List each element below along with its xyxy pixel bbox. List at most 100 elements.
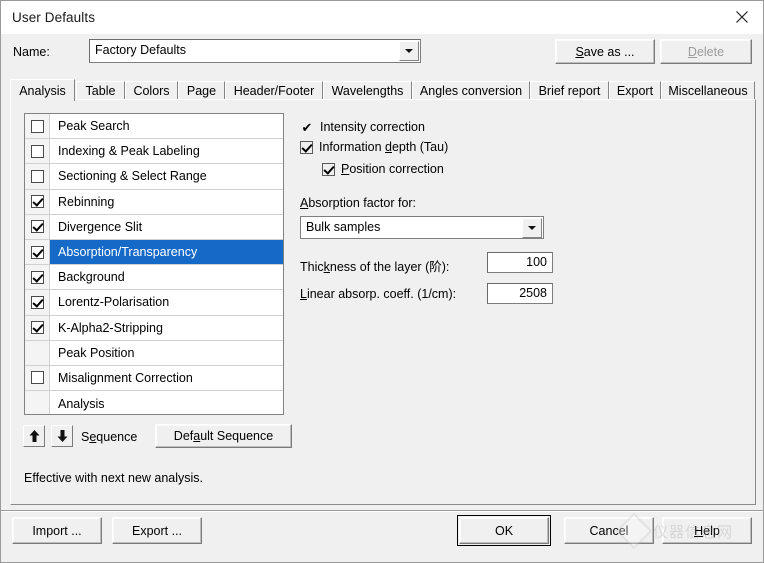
tab-export[interactable]: Export	[609, 81, 661, 100]
list-item-checkbox-cell[interactable]	[25, 315, 50, 340]
list-item-checkbox-cell[interactable]	[25, 139, 50, 164]
import-button[interactable]: Import ...	[12, 517, 102, 544]
save-as-accel: S	[575, 44, 584, 59]
tab-miscellaneous-label: Miscellaneous	[668, 84, 748, 98]
analysis-tab-panel: Peak Search Indexing & Peak Labeling Sec…	[10, 99, 756, 505]
position-correction-label: Position correction	[341, 162, 444, 176]
list-item-checkbox-cell[interactable]	[25, 164, 50, 189]
linear-absorption-input[interactable]: 2508	[487, 283, 553, 304]
tab-miscellaneous[interactable]: Miscellaneous	[661, 81, 755, 100]
information-depth-label: Information depth (Tau)	[319, 140, 449, 154]
analysis-sequence-list[interactable]: Peak Search Indexing & Peak Labeling Sec…	[24, 113, 284, 415]
checkbox-checked-icon[interactable]	[30, 220, 44, 234]
save-as-button[interactable]: Save as ...	[555, 39, 655, 64]
checkbox-checked-icon[interactable]	[300, 140, 313, 154]
list-item-label: Sectioning & Select Range	[58, 169, 207, 184]
tab-wavelengths-label: Wavelengths	[331, 84, 404, 98]
absorption-factor-value: Bulk samples	[306, 220, 381, 234]
tab-page[interactable]: Page	[178, 81, 225, 100]
export-button[interactable]: Export ...	[112, 517, 202, 544]
list-item-label: Peak Search	[58, 119, 130, 134]
default-sequence-button[interactable]: Default Sequence	[155, 424, 292, 448]
tab-colors[interactable]: Colors	[125, 81, 178, 100]
list-item[interactable]: Analysis	[25, 391, 283, 414]
list-item[interactable]: Rebinning	[25, 189, 283, 215]
checkbox-icon[interactable]	[30, 169, 44, 183]
name-label: Name:	[13, 45, 50, 59]
list-item-checkbox-cell	[25, 391, 50, 414]
checkbox-icon[interactable]	[30, 119, 44, 133]
list-item[interactable]: Background	[25, 265, 283, 291]
list-item-checkbox-cell	[25, 340, 50, 365]
help-accel: H	[694, 523, 704, 538]
list-item[interactable]: Lorentz-Polarisation	[25, 290, 283, 316]
help-button[interactable]: Help	[662, 517, 752, 544]
list-item-label: Peak Position	[58, 345, 135, 360]
list-item-label: Divergence Slit	[58, 219, 143, 234]
checkbox-checked-icon[interactable]	[322, 162, 335, 176]
help-label-rest: elp	[703, 523, 720, 538]
checkbox-checked-icon[interactable]	[30, 245, 44, 259]
name-combobox[interactable]: Factory Defaults	[89, 39, 421, 63]
linear-absorption-label: Linear absorp. coeff. (1/cm):	[300, 287, 457, 301]
chevron-down-icon[interactable]	[522, 218, 542, 238]
move-up-button[interactable]	[23, 425, 45, 447]
delete-button[interactable]: Delete	[660, 39, 752, 64]
absorption-factor-label: Absorption factor for:	[300, 196, 417, 210]
title-bar: User Defaults	[1, 1, 763, 34]
tab-angles-conversion[interactable]: Angles conversion	[412, 81, 530, 100]
list-item-label: K-Alpha2-Stripping	[58, 320, 163, 335]
list-item[interactable]: Peak Search	[25, 114, 283, 140]
tab-page-label: Page	[186, 84, 217, 98]
list-item-label: Lorentz-Polarisation	[58, 295, 170, 310]
tab-wavelengths[interactable]: Wavelengths	[323, 81, 412, 100]
footer-divider	[1, 510, 763, 512]
move-down-button[interactable]	[51, 425, 73, 447]
checkbox-checked-icon[interactable]	[30, 270, 44, 284]
ok-button[interactable]: OK	[457, 515, 551, 546]
list-item-checkbox-cell[interactable]	[25, 214, 50, 239]
cancel-button[interactable]: Cancel	[564, 517, 654, 544]
name-combobox-value: Factory Defaults	[95, 43, 187, 57]
tab-colors-label: Colors	[133, 84, 170, 98]
sequence-label: Sequence	[81, 430, 138, 444]
list-item-label: Misalignment Correction	[58, 370, 193, 385]
checkbox-icon[interactable]	[30, 371, 44, 385]
absorption-factor-combobox[interactable]: Bulk samples	[300, 216, 544, 239]
list-item[interactable]: Sectioning & Select Range	[25, 164, 283, 190]
list-item-checkbox-cell[interactable]	[25, 189, 50, 214]
tab-analysis[interactable]: Analysis	[10, 79, 75, 101]
list-item[interactable]: Peak Position	[25, 340, 283, 366]
intensity-correction-label: Intensity correction	[320, 120, 425, 134]
arrow-down-icon	[57, 430, 67, 442]
list-item-label: Indexing & Peak Labeling	[58, 144, 200, 159]
checkbox-checked-icon[interactable]	[30, 195, 44, 209]
tab-brief-report-label: Brief report	[538, 84, 601, 98]
tab-strip: Analysis Table Colors Page Header/Footer…	[10, 79, 756, 101]
close-icon[interactable]	[719, 1, 763, 33]
list-item[interactable]: Divergence Slit	[25, 214, 283, 240]
list-item[interactable]: K-Alpha2-Stripping	[25, 315, 283, 341]
list-item-selected[interactable]: Absorption/Transparency	[25, 239, 283, 266]
list-item-checkbox-cell[interactable]	[25, 114, 50, 139]
tab-brief-report[interactable]: Brief report	[530, 81, 609, 100]
chevron-down-icon[interactable]	[399, 41, 419, 61]
checkbox-checked-icon[interactable]	[30, 295, 44, 309]
intensity-correction-row[interactable]: ✔ Intensity correction	[300, 120, 425, 134]
information-depth-checkbox[interactable]: Information depth (Tau)	[300, 140, 448, 154]
window-title: User Defaults	[12, 10, 96, 25]
checkbox-icon[interactable]	[30, 144, 44, 158]
list-item-checkbox-cell[interactable]	[25, 265, 50, 290]
tab-table[interactable]: Table	[76, 81, 125, 100]
thickness-input[interactable]: 100	[487, 252, 553, 273]
list-item-checkbox-cell[interactable]	[25, 290, 50, 315]
list-item-checkbox-cell[interactable]	[25, 365, 50, 391]
tab-header-footer[interactable]: Header/Footer	[225, 81, 323, 100]
position-correction-checkbox[interactable]: Position correction	[322, 162, 444, 176]
tab-export-label: Export	[616, 84, 654, 98]
list-item[interactable]: Indexing & Peak Labeling	[25, 139, 283, 165]
list-item-checkbox-cell[interactable]	[25, 239, 50, 265]
sequence-accel: e	[89, 430, 97, 444]
list-item[interactable]: Misalignment Correction	[25, 365, 283, 392]
checkbox-checked-icon[interactable]	[30, 321, 44, 335]
